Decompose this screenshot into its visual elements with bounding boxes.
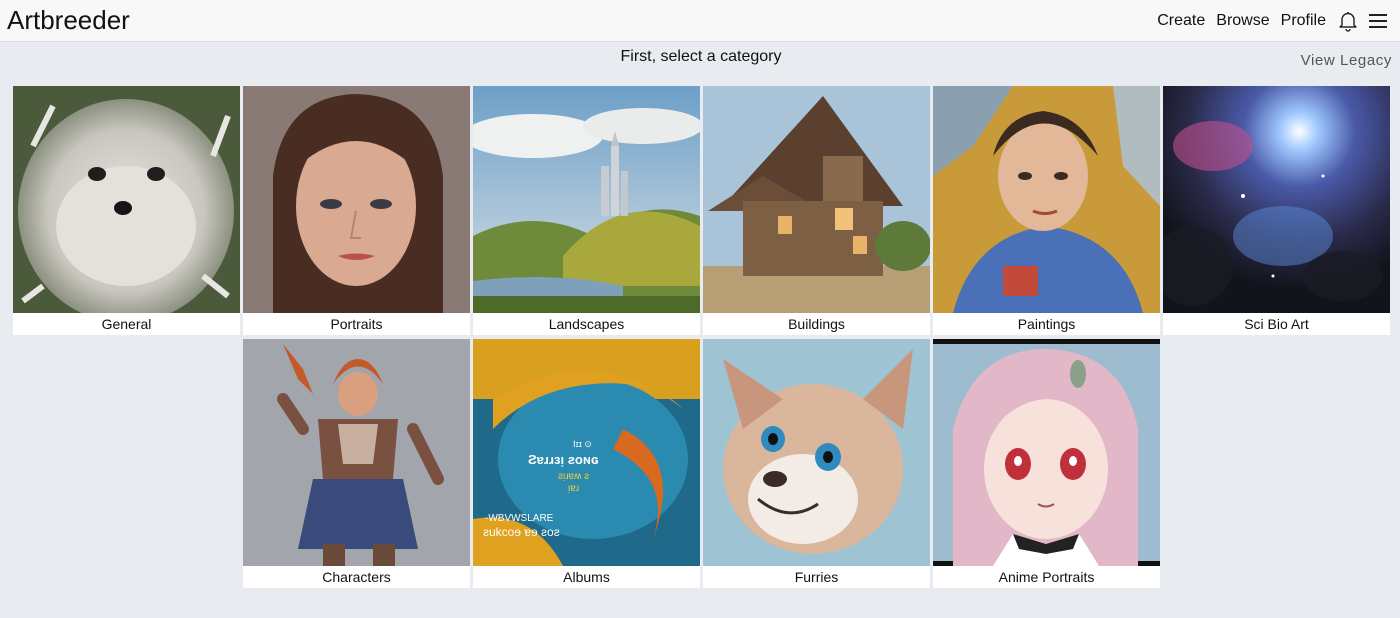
category-card-albums[interactable]: Iɪɪ ⊙ Ƨɐɹɹɜᴉ ƨoɴɢ ƨᴉɹɐʍ ƨ ᴉɐɹ -WBVWSLARE… [473, 339, 700, 588]
view-legacy-link[interactable]: View Legacy [1301, 52, 1392, 69]
nav-profile[interactable]: Profile [1281, 12, 1326, 30]
logo[interactable]: Artbreeder [7, 4, 130, 36]
top-navbar: Artbreeder Create Browse Profile [0, 0, 1400, 42]
category-image-buildings [703, 86, 930, 313]
album-art-text: -WBVWSLARE [485, 513, 554, 524]
menu-icon[interactable] [1368, 12, 1388, 30]
category-label: Characters [322, 569, 391, 585]
category-card-general[interactable]: General [13, 86, 240, 335]
category-label: Paintings [1017, 316, 1076, 332]
page-prompt: First, select a category [620, 48, 782, 65]
category-image-paintings [933, 86, 1160, 313]
album-art-text: ƨukcoɘ ɐɘ ƨoƨ [483, 525, 560, 539]
category-image-landscapes [473, 86, 700, 313]
category-card-anime-portraits[interactable]: Anime Portraits [933, 339, 1160, 588]
category-image-anime-portraits [933, 339, 1160, 566]
category-label: Landscapes [548, 316, 625, 332]
category-label: General [101, 316, 152, 332]
category-card-paintings[interactable]: Paintings [933, 86, 1160, 335]
category-label: Sci Bio Art [1244, 316, 1309, 332]
category-card-buildings[interactable]: Buildings [703, 86, 930, 335]
category-label: Portraits [330, 316, 383, 332]
category-card-furries[interactable]: Furries [703, 339, 930, 588]
nav-browse[interactable]: Browse [1216, 12, 1269, 30]
category-label: Anime Portraits [998, 569, 1095, 585]
category-card-portraits[interactable]: Portraits [243, 86, 470, 335]
category-image-general [13, 86, 240, 313]
album-art-text: Iɪɪ ⊙ [573, 439, 592, 449]
category-card-sci-bio-art[interactable]: Sci Bio Art [1163, 86, 1390, 335]
bell-icon[interactable] [1337, 10, 1359, 32]
category-image-characters [243, 339, 470, 566]
category-image-furries [703, 339, 930, 566]
category-label: Albums [563, 569, 610, 585]
category-label: Buildings [788, 316, 845, 332]
album-art-text: Ƨɐɹɹɜᴉ ƨoɴɢ [528, 452, 599, 467]
nav-links: Create Browse Profile [1157, 0, 1388, 41]
category-image-sci-bio-art [1163, 86, 1390, 313]
album-art-text: ƨᴉɹɐʍ ƨ [558, 471, 589, 482]
category-card-landscapes[interactable]: Landscapes [473, 86, 700, 335]
category-label: Furries [794, 569, 839, 585]
category-card-characters[interactable]: Characters [243, 339, 470, 588]
album-art-text: ᴉɐɹ [568, 483, 579, 494]
nav-create[interactable]: Create [1157, 12, 1205, 30]
category-image-albums: Iɪɪ ⊙ Ƨɐɹɹɜᴉ ƨoɴɢ ƨᴉɹɐʍ ƨ ᴉɐɹ -WBVWSLARE… [473, 339, 700, 566]
category-image-portraits [243, 86, 470, 313]
